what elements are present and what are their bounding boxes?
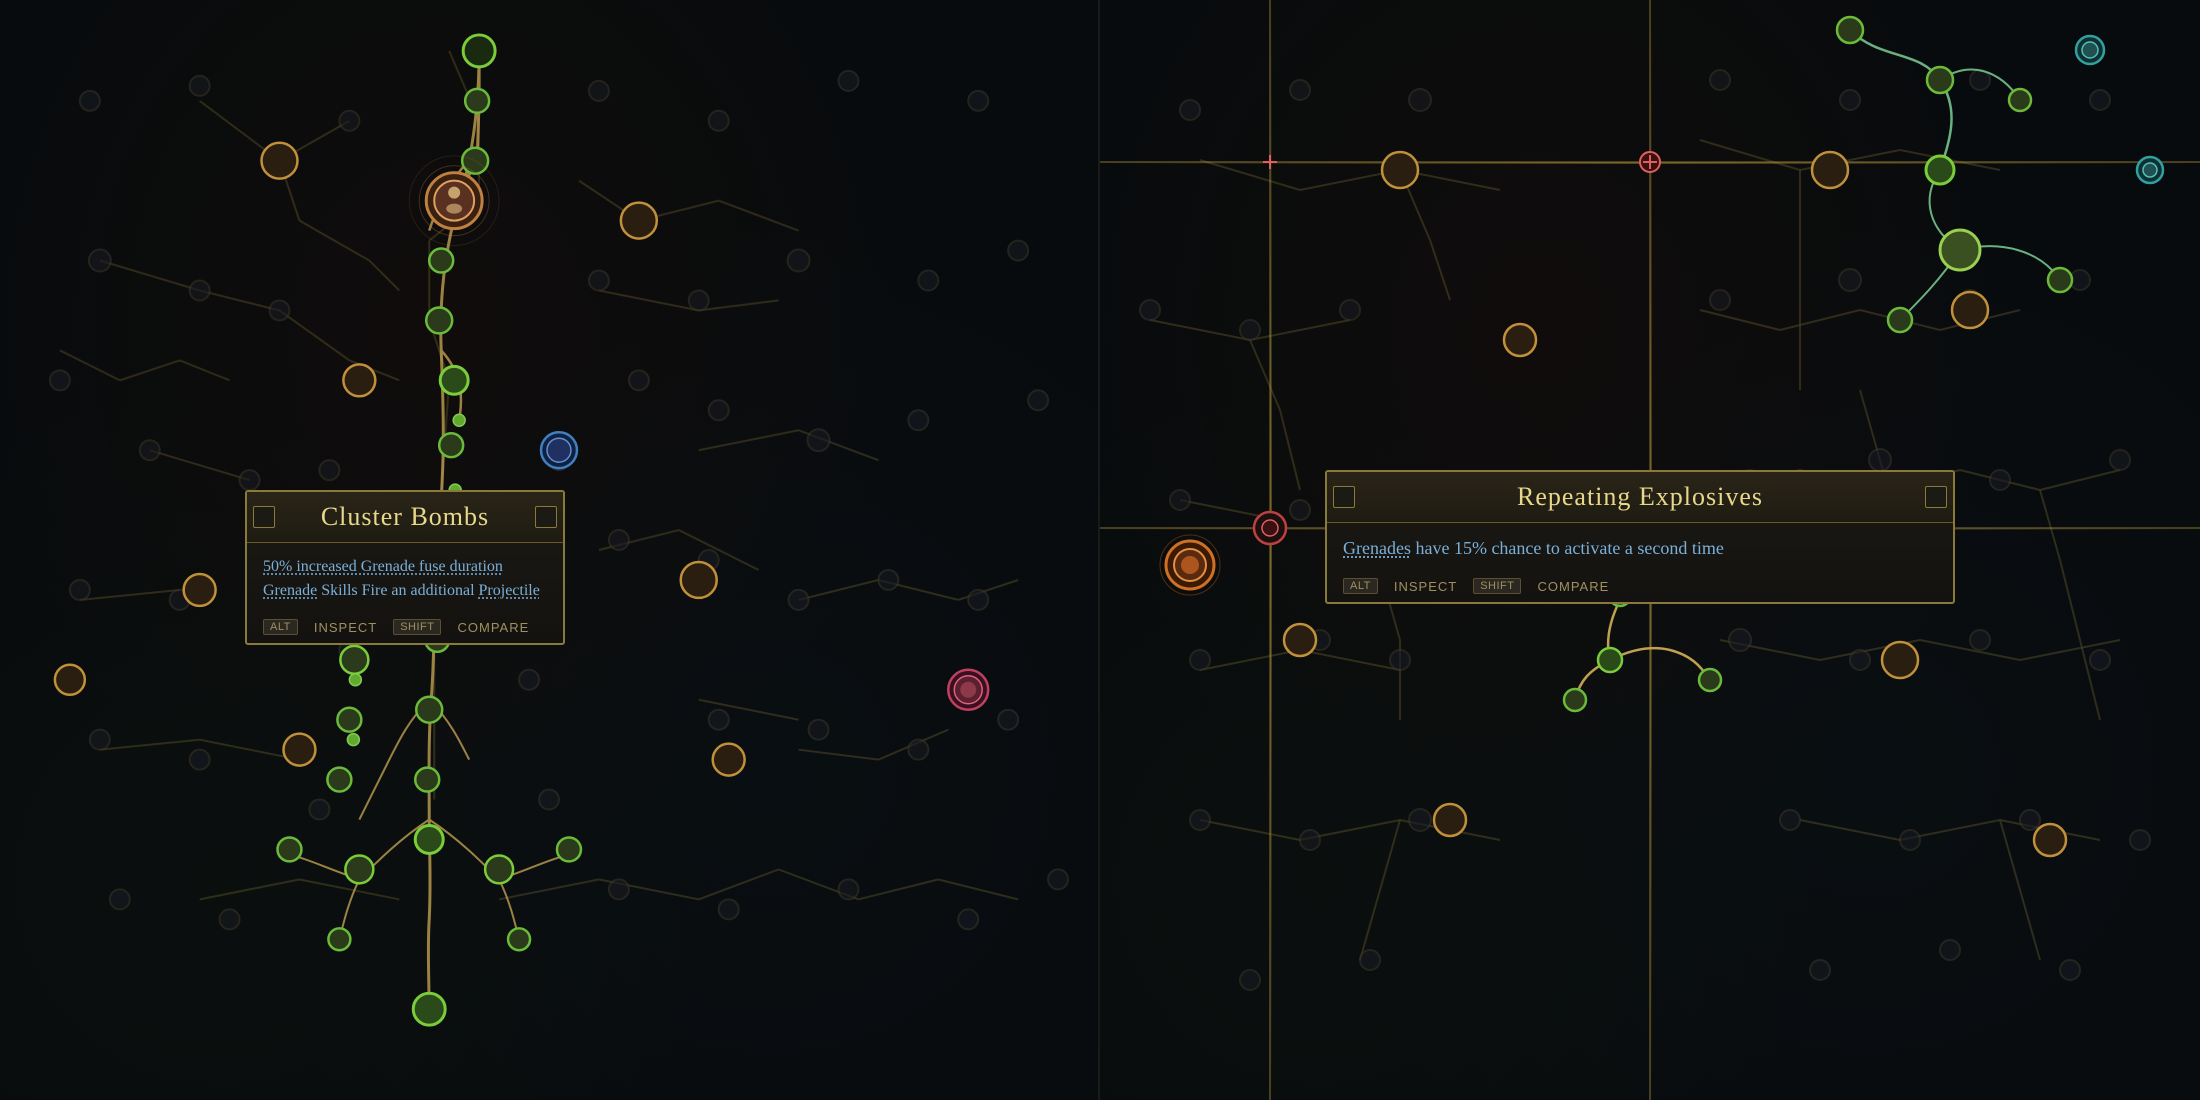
screen: Cluster Bombs 50% increased Grenade fuse… [0,0,2200,1100]
tooltip-title: Cluster Bombs [321,502,489,531]
cluster-bombs-tooltip: Cluster Bombs 50% increased Grenade fuse… [245,490,565,645]
shift-key: SHIFT [393,619,441,635]
tooltip-stat-1: 50% increased Grenade fuse duration [263,555,547,579]
tooltip-title-bar-right: Repeating Explosives [1327,472,1953,523]
panel-right: Repeating Explosives Grenades have 15% c… [1100,0,2200,1100]
tooltip-stat-right-1: Grenades have 15% chance to activate a s… [1343,535,1937,562]
tooltip-stat-2: Grenade Skills Fire an additional Projec… [263,579,547,603]
panel-left: Cluster Bombs 50% increased Grenade fuse… [0,0,1100,1100]
tooltip-body: 50% increased Grenade fuse duration Gren… [247,543,563,613]
shift-key-right: SHIFT [1473,578,1521,594]
inspect-label-right: INSPECT [1394,579,1457,594]
alt-key-right: ALT [1343,578,1378,594]
inspect-label: INSPECT [314,620,377,635]
compare-label-right: COMPARE [1537,579,1609,594]
tooltip-title-right: Repeating Explosives [1517,482,1763,511]
tooltip-title-bar: Cluster Bombs [247,492,563,543]
tooltip-body-right: Grenades have 15% chance to activate a s… [1327,523,1953,572]
alt-key: ALT [263,619,298,635]
tooltip-hints-right: ALT INSPECT SHIFT COMPARE [1327,572,1953,602]
compare-label: COMPARE [457,620,529,635]
repeating-explosives-tooltip: Repeating Explosives Grenades have 15% c… [1325,470,1955,604]
tooltip-hints: ALT INSPECT SHIFT COMPARE [247,613,563,643]
